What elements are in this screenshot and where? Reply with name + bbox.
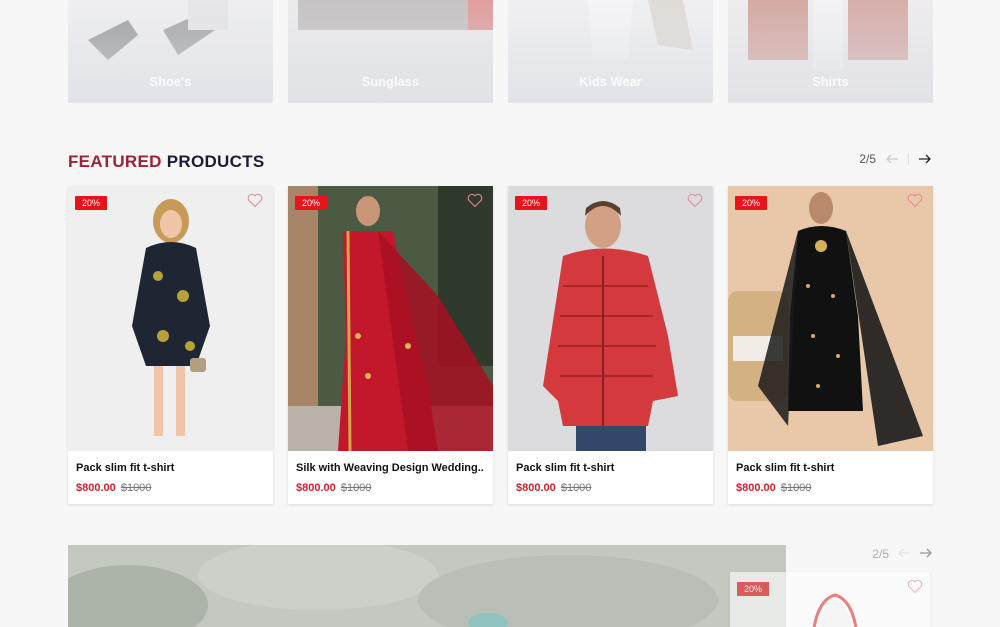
product-image-red-puffer-jacket[interactable]: 20%: [508, 186, 713, 451]
product-name[interactable]: Pack slim fit t-shirt: [516, 462, 705, 474]
promo-banner[interactable]: [68, 545, 786, 627]
wishlist-heart-icon[interactable]: [907, 193, 923, 208]
prev-arrow-icon[interactable]: [897, 545, 911, 563]
product-name[interactable]: Pack slim fit t-shirt: [736, 462, 925, 474]
discount-badge: 20%: [735, 196, 768, 210]
product-old-price: $1000: [780, 482, 812, 494]
title-word-featured: FEATURED: [68, 152, 162, 171]
category-label: Shoe's: [149, 75, 192, 89]
page-indicator: 2/5: [859, 152, 876, 166]
product-old-price: $1000: [560, 482, 592, 494]
product-card[interactable]: 20% Silk with Weaving Design Wedding.. $…: [288, 186, 493, 504]
category-card-shirts[interactable]: Shirts: [728, 0, 933, 103]
product-price: $800.00: [296, 482, 336, 494]
secondary-pager: 2/5: [872, 545, 933, 563]
wishlist-heart-icon[interactable]: [907, 579, 923, 594]
product-grid: 20% Pack slim fit t-shirt $800.00 $1000: [68, 186, 933, 504]
product-card[interactable]: 20% Pack slim fit t-shirt $800.00 $1000: [728, 186, 933, 504]
product-price: $800.00: [76, 482, 116, 494]
product-image-red-saree[interactable]: 20%: [288, 186, 493, 451]
featured-products-title: FEATURED PRODUCTS: [68, 152, 265, 172]
next-arrow-icon[interactable]: [919, 545, 933, 563]
category-label: Kids Wear: [579, 75, 642, 89]
product-image-black-embroidered-suit[interactable]: 20%: [728, 186, 933, 451]
category-label: Shirts: [812, 75, 849, 89]
category-label: Sunglass: [361, 75, 420, 89]
featured-pager: 2/5: [859, 152, 933, 166]
discount-badge: 20%: [515, 196, 548, 210]
page-indicator: 2/5: [872, 547, 889, 561]
product-image-partial: [812, 593, 858, 627]
product-old-price: $1000: [340, 482, 372, 494]
product-name[interactable]: Silk with Weaving Design Wedding..: [296, 462, 485, 474]
discount-badge: 20%: [737, 582, 770, 596]
wishlist-heart-icon[interactable]: [687, 193, 703, 208]
product-image-black-floral-dress[interactable]: 20%: [68, 186, 273, 451]
category-card-kids-wear[interactable]: Kids Wear: [508, 0, 713, 103]
title-word-products: PRODUCTS: [166, 152, 265, 171]
pager-divider: [908, 153, 909, 165]
product-card[interactable]: 20% Pack slim fit t-shirt $800.00 $1000: [508, 186, 713, 504]
product-card[interactable]: 20% Pack slim fit t-shirt $800.00 $1000: [68, 186, 273, 504]
prev-arrow-icon[interactable]: [884, 152, 900, 166]
next-arrow-icon[interactable]: [917, 152, 933, 166]
product-name[interactable]: Pack slim fit t-shirt: [76, 462, 265, 474]
discount-badge: 20%: [75, 196, 108, 210]
category-card-shoes[interactable]: Shoe's: [68, 0, 273, 103]
category-row: Shoe's Sunglass Kids Wear Shirts: [68, 0, 933, 103]
discount-badge: 20%: [295, 196, 328, 210]
category-card-sunglass[interactable]: Sunglass: [288, 0, 493, 103]
wishlist-heart-icon[interactable]: [247, 193, 263, 208]
product-price: $800.00: [736, 482, 776, 494]
promo-banner-image: [68, 545, 786, 627]
product-price: $800.00: [516, 482, 556, 494]
product-card-partial[interactable]: 20%: [730, 572, 930, 627]
product-old-price: $1000: [120, 482, 152, 494]
wishlist-heart-icon[interactable]: [467, 193, 483, 208]
